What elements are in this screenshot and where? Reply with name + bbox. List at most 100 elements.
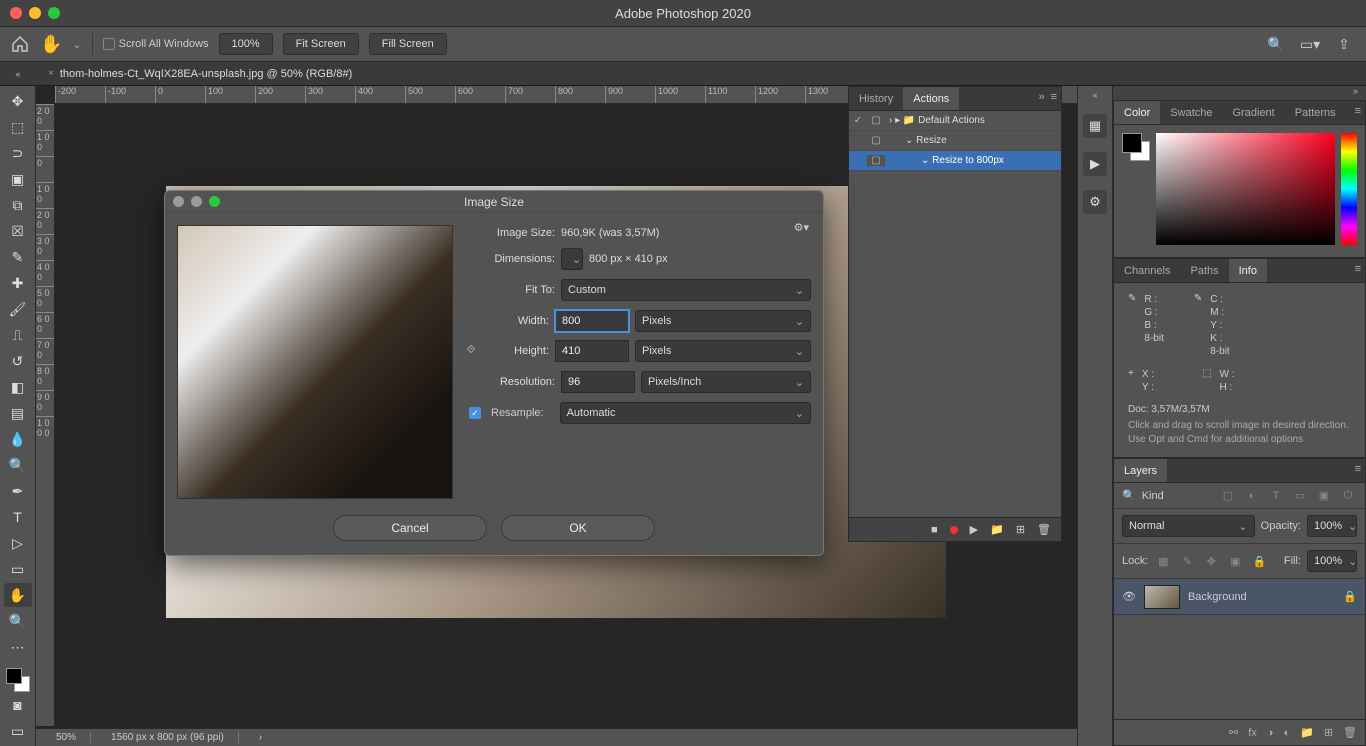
tab-gradients[interactable]: Gradient: [1223, 101, 1285, 124]
fit-screen-button[interactable]: Fit Screen: [283, 33, 359, 55]
eraser-tool-icon[interactable]: ◧: [4, 375, 32, 399]
panel-menu-icon[interactable]: ≡: [1355, 105, 1361, 117]
tab-paths[interactable]: Paths: [1180, 259, 1228, 282]
visibility-icon[interactable]: 👁: [1122, 590, 1136, 603]
color-swatch-picker[interactable]: [1122, 133, 1150, 161]
collapse-panel-icon[interactable]: »: [1038, 91, 1044, 103]
move-tool-icon[interactable]: ✥: [4, 89, 32, 113]
layer-row[interactable]: 👁 Background 🔒: [1114, 579, 1365, 615]
height-input[interactable]: [555, 340, 629, 362]
home-icon[interactable]: [10, 35, 30, 53]
adjustment-icon[interactable]: ◐: [1283, 727, 1290, 739]
color-swatches[interactable]: [6, 668, 30, 692]
action-row[interactable]: ▢⌄ Resize: [849, 131, 1061, 151]
panel-menu-icon[interactable]: ≡: [1051, 91, 1057, 103]
blend-mode-select[interactable]: Normal: [1122, 515, 1255, 537]
cancel-button[interactable]: Cancel: [333, 515, 487, 541]
tab-channels[interactable]: Channels: [1114, 259, 1180, 282]
link-layers-icon[interactable]: ⚯: [1229, 726, 1238, 739]
rectangle-tool-icon[interactable]: ▭: [4, 557, 32, 581]
tab-swatches[interactable]: Swatche: [1160, 101, 1222, 124]
panel-menu-icon[interactable]: ≡: [1355, 263, 1361, 275]
healing-tool-icon[interactable]: ✚: [4, 271, 32, 295]
close-tab-icon[interactable]: ×: [48, 68, 54, 79]
lasso-tool-icon[interactable]: ⊃: [4, 141, 32, 165]
constrain-proportions-icon[interactable]: ⟐: [463, 344, 479, 357]
path-select-tool-icon[interactable]: ▷: [4, 531, 32, 555]
tab-patterns[interactable]: Patterns: [1285, 101, 1346, 124]
close-window-icon[interactable]: [10, 7, 22, 19]
tab-actions[interactable]: Actions: [903, 87, 959, 110]
trash-icon[interactable]: 🗑: [1343, 726, 1357, 739]
action-row[interactable]: ▢⌄ Resize to 800px: [849, 151, 1061, 171]
collapse-right-icon[interactable]: »: [1113, 86, 1366, 100]
new-action-icon[interactable]: ⊞: [1016, 523, 1025, 536]
minimize-window-icon[interactable]: [29, 7, 41, 19]
edit-toolbar-icon[interactable]: ⋯: [4, 635, 32, 659]
properties-panel-icon[interactable]: ▦: [1083, 114, 1107, 138]
resolution-input[interactable]: [561, 371, 635, 393]
gradient-tool-icon[interactable]: ▤: [4, 401, 32, 425]
gear-icon[interactable]: ⚙▾: [794, 221, 809, 234]
toggle-icon[interactable]: ▢: [867, 115, 885, 126]
pen-tool-icon[interactable]: ✒: [4, 479, 32, 503]
layer-thumbnail[interactable]: [1144, 585, 1180, 609]
tab-history[interactable]: History: [849, 87, 903, 110]
lock-artboard-icon[interactable]: ▣: [1226, 555, 1244, 568]
width-unit-select[interactable]: Pixels: [635, 310, 811, 332]
search-icon[interactable]: 🔍: [1122, 489, 1136, 502]
eyedropper-tool-icon[interactable]: ✎: [4, 245, 32, 269]
new-layer-icon[interactable]: ⊞: [1324, 726, 1333, 739]
panel-menu-icon[interactable]: ≡: [1355, 463, 1361, 475]
lock-position-icon[interactable]: ✥: [1202, 555, 1220, 568]
fit-to-select[interactable]: Custom: [561, 279, 811, 301]
hand-tool-icon[interactable]: ✋: [40, 34, 62, 55]
filter-pixel-icon[interactable]: ▢: [1219, 489, 1237, 502]
stop-icon[interactable]: ■: [931, 524, 938, 536]
fx-icon[interactable]: fx: [1248, 727, 1257, 739]
history-brush-tool-icon[interactable]: ↺: [4, 349, 32, 373]
new-set-icon[interactable]: 📁: [990, 523, 1004, 536]
filter-shape-icon[interactable]: ▭: [1291, 489, 1309, 502]
lock-pixels-icon[interactable]: ▦: [1154, 555, 1172, 568]
tab-layers[interactable]: Layers: [1114, 459, 1167, 482]
action-row[interactable]: ✓▢› ▸ 📁 Default Actions: [849, 111, 1061, 131]
maximize-window-icon[interactable]: [48, 7, 60, 19]
fill-screen-button[interactable]: Fill Screen: [369, 33, 447, 55]
record-icon[interactable]: [950, 526, 958, 534]
fill-input[interactable]: 100%: [1307, 550, 1357, 572]
tab-info[interactable]: Info: [1229, 259, 1267, 282]
dimensions-toggle[interactable]: [561, 248, 583, 270]
check-icon[interactable]: ✓: [849, 115, 867, 126]
filter-toggle-icon[interactable]: ⏻: [1339, 489, 1357, 502]
hand-tool-icon[interactable]: ✋: [4, 583, 32, 607]
lock-brush-icon[interactable]: ✎: [1178, 555, 1196, 568]
filter-type-icon[interactable]: T: [1267, 490, 1285, 502]
layer-name[interactable]: Background: [1188, 591, 1247, 603]
mask-icon[interactable]: ◑: [1267, 727, 1274, 739]
chevron-down-icon[interactable]: ⌄: [72, 38, 81, 51]
dlg-max-icon[interactable]: [209, 196, 220, 207]
tab-color[interactable]: Color: [1114, 101, 1160, 124]
trash-icon[interactable]: 🗑: [1037, 523, 1051, 536]
screenmode-icon[interactable]: ▭: [4, 719, 32, 743]
status-zoom[interactable]: 50%: [56, 732, 91, 743]
height-unit-select[interactable]: Pixels: [635, 340, 811, 362]
blur-tool-icon[interactable]: 💧: [4, 427, 32, 451]
color-field[interactable]: [1156, 133, 1335, 245]
marquee-tool-icon[interactable]: ⬚: [4, 115, 32, 139]
collapse-toolbar-icon[interactable]: «: [0, 69, 36, 79]
object-select-tool-icon[interactable]: ▣: [4, 167, 32, 191]
dlg-close-icon[interactable]: [173, 196, 184, 207]
filter-adjust-icon[interactable]: ◐: [1243, 490, 1261, 502]
status-chevron-icon[interactable]: ›: [259, 732, 262, 743]
width-input[interactable]: [555, 310, 629, 332]
resolution-unit-select[interactable]: Pixels/Inch: [641, 371, 811, 393]
crop-tool-icon[interactable]: ⧉: [4, 193, 32, 217]
dodge-tool-icon[interactable]: 🔍: [4, 453, 32, 477]
ok-button[interactable]: OK: [501, 515, 655, 541]
opacity-input[interactable]: 100%: [1307, 515, 1357, 537]
document-tab[interactable]: × thom-holmes-Ct_WqIX28EA-unsplash.jpg @…: [36, 62, 364, 85]
share-icon[interactable]: ⇪: [1332, 36, 1356, 53]
zoom-tool-icon[interactable]: 🔍: [4, 609, 32, 633]
